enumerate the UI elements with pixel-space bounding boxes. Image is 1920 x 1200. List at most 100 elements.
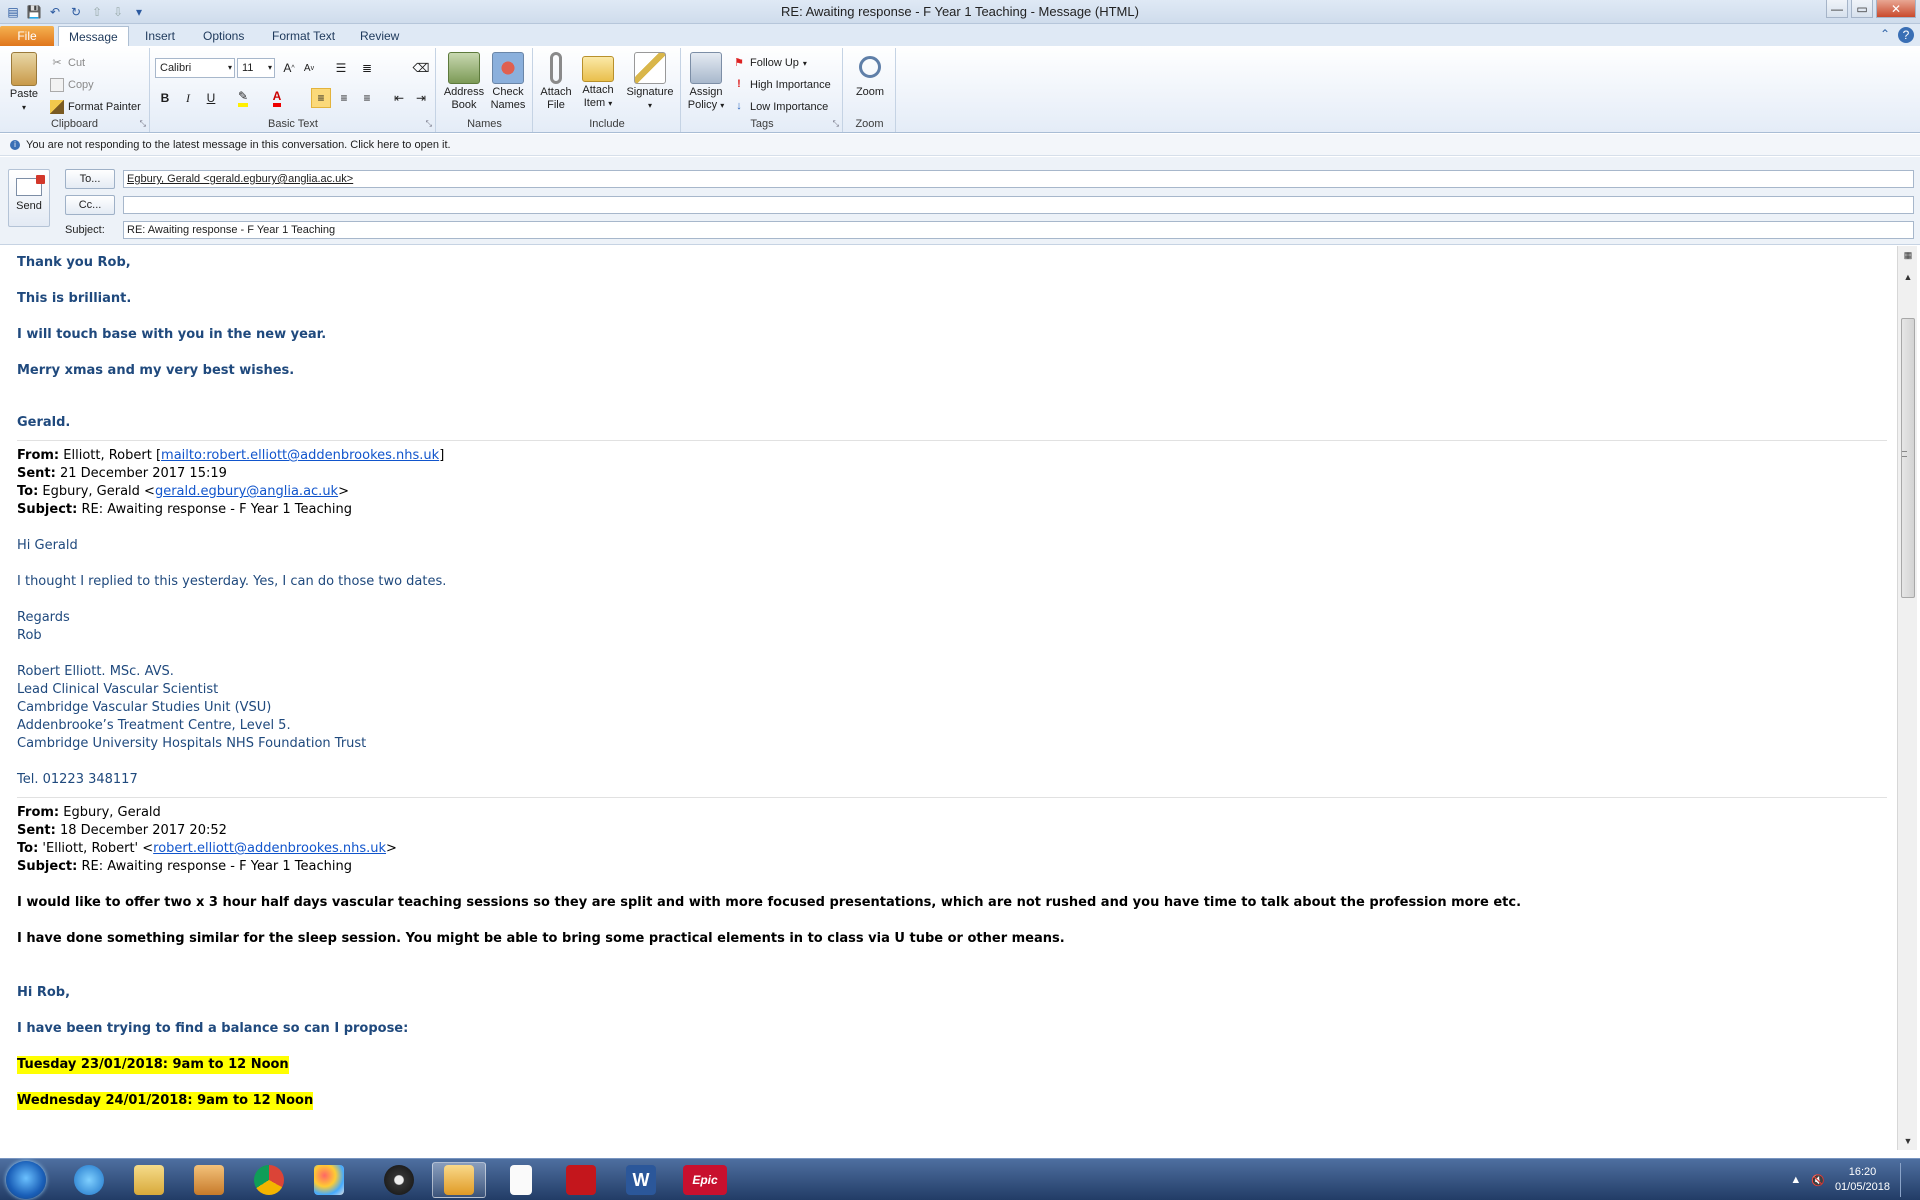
clipboard-label: Clipboard xyxy=(50,118,99,130)
to-field[interactable]: Egbury, Gerald <gerald.egbury@anglia.ac.… xyxy=(123,170,1914,188)
names-label: Names xyxy=(467,118,502,130)
zoom-button[interactable]: Zoom xyxy=(850,52,890,99)
quoted-sent: Sent: 18 December 2017 20:52 xyxy=(17,823,227,838)
taskbar-word-icon[interactable]: W xyxy=(614,1162,668,1198)
maximize-icon[interactable]: ▭ xyxy=(1851,0,1873,18)
clipboard-launcher-icon[interactable]: ⤡ xyxy=(140,119,146,129)
align-left-icon[interactable]: ≡ xyxy=(311,88,331,108)
chevron-down-icon: ▾ xyxy=(802,58,807,68)
taskbar-acrobat-icon[interactable] xyxy=(554,1162,608,1198)
quoted-greeting: Hi Rob, xyxy=(17,985,71,1000)
basic-text-launcher-icon[interactable]: ⤡ xyxy=(426,119,432,129)
taskbar-internet-explorer-icon[interactable] xyxy=(62,1162,116,1198)
numbering-icon[interactable]: ≣ xyxy=(357,58,377,78)
taskbar-explorer-icon[interactable] xyxy=(122,1162,176,1198)
font-color-icon[interactable]: A xyxy=(267,88,287,108)
vertical-scrollbar[interactable]: ▦ ▲ ▼ xyxy=(1897,246,1917,1150)
system-tray: ▲ 🔇 16:20 01/05/2018 xyxy=(1790,1163,1912,1197)
low-importance-button[interactable]: ↓ Low Importance xyxy=(732,100,828,114)
tab-review[interactable]: Review xyxy=(350,26,409,46)
tags-launcher-icon[interactable]: ⤡ xyxy=(833,119,839,129)
chevron-down-icon: ▾ xyxy=(608,99,613,108)
from-mailto-link[interactable]: mailto:robert.elliott@addenbrookes.nhs.u… xyxy=(161,448,439,463)
cut-button[interactable]: ✂ Cut xyxy=(50,56,85,70)
ribbon-right-controls: ⌃ ? xyxy=(1880,27,1914,43)
taskbar-outlook-icon[interactable] xyxy=(432,1162,486,1198)
minimize-ribbon-icon[interactable]: ⌃ xyxy=(1880,27,1890,43)
show-desktop-button[interactable] xyxy=(1900,1163,1912,1197)
taskbar-paint-icon[interactable] xyxy=(302,1162,356,1198)
volume-icon[interactable]: 🔇 xyxy=(1811,1174,1825,1187)
align-center-icon[interactable]: ≡ xyxy=(334,88,354,108)
font-name-combo[interactable]: Calibri ▾ xyxy=(155,58,235,78)
quoted-to: To: Egbury, Gerald <gerald.egbury@anglia… xyxy=(17,484,349,499)
tab-insert[interactable]: Insert xyxy=(135,26,185,46)
clear-formatting-icon[interactable]: ⌫ xyxy=(411,58,431,78)
format-painter-button[interactable]: Format Painter xyxy=(50,100,141,114)
tab-message[interactable]: Message xyxy=(58,26,129,46)
include-label: Include xyxy=(589,118,625,130)
pen-icon xyxy=(634,52,666,84)
ruler-toggle-icon[interactable]: ▦ xyxy=(1901,248,1915,262)
signature-line: Addenbrooke’s Treatment Centre, Level 5. xyxy=(17,718,291,733)
divider xyxy=(17,797,1887,798)
signature-line: Robert Elliott. MSc. AVS. xyxy=(17,664,174,679)
check-names-button[interactable]: Check Names xyxy=(487,52,529,112)
italic-button[interactable]: I xyxy=(178,88,198,108)
message-body[interactable]: Thank you Rob, This is brilliant. I will… xyxy=(0,246,1897,1150)
quoted-text: I thought I replied to this yesterday. Y… xyxy=(17,574,447,589)
cc-field[interactable] xyxy=(123,196,1914,214)
help-icon[interactable]: ? xyxy=(1898,27,1914,43)
taskbar-epic-icon[interactable]: Epic xyxy=(678,1162,732,1198)
copy-button[interactable]: Copy xyxy=(50,78,94,92)
taskbar-app-icon[interactable] xyxy=(372,1162,426,1198)
to-email-link[interactable]: gerald.egbury@anglia.ac.uk xyxy=(155,484,338,499)
align-right-icon[interactable]: ≡ xyxy=(357,88,377,108)
tab-options[interactable]: Options xyxy=(193,26,254,46)
scroll-down-icon[interactable]: ▼ xyxy=(1901,1134,1915,1148)
quoted-to: To: 'Elliott, Robert' <robert.elliott@ad… xyxy=(17,841,397,856)
subject-field[interactable]: RE: Awaiting response - F Year 1 Teachin… xyxy=(123,221,1914,239)
assign-policy-button[interactable]: Assign Policy ▾ xyxy=(686,52,726,112)
scroll-thumb[interactable] xyxy=(1901,318,1915,598)
attach-file-button[interactable]: Attach File xyxy=(538,52,574,112)
conversation-infobar[interactable]: i You are not responding to the latest m… xyxy=(0,134,1920,156)
chevron-down-icon: ▾ xyxy=(720,101,725,110)
quoted-name: Rob xyxy=(17,628,42,643)
bold-button[interactable]: B xyxy=(155,88,175,108)
window-controls: — ▭ ✕ xyxy=(1826,0,1916,18)
decrease-indent-icon[interactable]: ⇤ xyxy=(389,88,409,108)
clock[interactable]: 16:20 01/05/2018 xyxy=(1835,1165,1890,1195)
paste-button[interactable]: Paste ▾ xyxy=(6,52,42,114)
high-importance-button[interactable]: ! High Importance xyxy=(732,78,831,92)
cc-button[interactable]: Cc... xyxy=(65,195,115,215)
quoted-sent: Sent: 21 December 2017 15:19 xyxy=(17,466,227,481)
address-book-button[interactable]: Address Book xyxy=(443,52,485,112)
taskbar: W Epic ▲ 🔇 16:20 01/05/2018 xyxy=(0,1158,1920,1200)
show-hidden-icons-icon[interactable]: ▲ xyxy=(1790,1174,1801,1186)
taskbar-media-player-icon[interactable] xyxy=(182,1162,236,1198)
bullets-icon[interactable]: ☰ xyxy=(331,58,351,78)
attach-item-button[interactable]: Attach Item ▾ xyxy=(578,52,618,110)
grow-font-icon[interactable]: A ^ xyxy=(279,58,299,78)
reply-line: Merry xmas and my very best wishes. xyxy=(17,363,295,378)
minimize-icon[interactable]: — xyxy=(1826,0,1848,18)
close-icon[interactable]: ✕ xyxy=(1876,0,1916,18)
taskbar-chrome-icon[interactable] xyxy=(242,1162,296,1198)
send-button[interactable]: Send xyxy=(8,169,50,227)
follow-up-button[interactable]: ⚑ Follow Up ▾ xyxy=(732,56,807,70)
start-button-icon[interactable] xyxy=(6,1161,46,1199)
taskbar-document-icon[interactable] xyxy=(494,1162,548,1198)
scroll-up-icon[interactable]: ▲ xyxy=(1901,270,1915,284)
tab-file[interactable]: File xyxy=(0,26,54,46)
increase-indent-icon[interactable]: ⇥ xyxy=(411,88,431,108)
down-arrow-icon: ↓ xyxy=(736,100,742,112)
to-email-link[interactable]: robert.elliott@addenbrookes.nhs.uk xyxy=(153,841,386,856)
font-size-combo[interactable]: 11 ▾ xyxy=(237,58,275,78)
signature-button[interactable]: Signature ▾ xyxy=(622,52,678,112)
shrink-font-icon[interactable]: Av xyxy=(299,58,319,78)
to-button[interactable]: To... xyxy=(65,169,115,189)
tab-format-text[interactable]: Format Text xyxy=(262,26,345,46)
underline-button[interactable]: U xyxy=(201,88,221,108)
highlight-icon[interactable]: ✎ xyxy=(233,88,253,108)
